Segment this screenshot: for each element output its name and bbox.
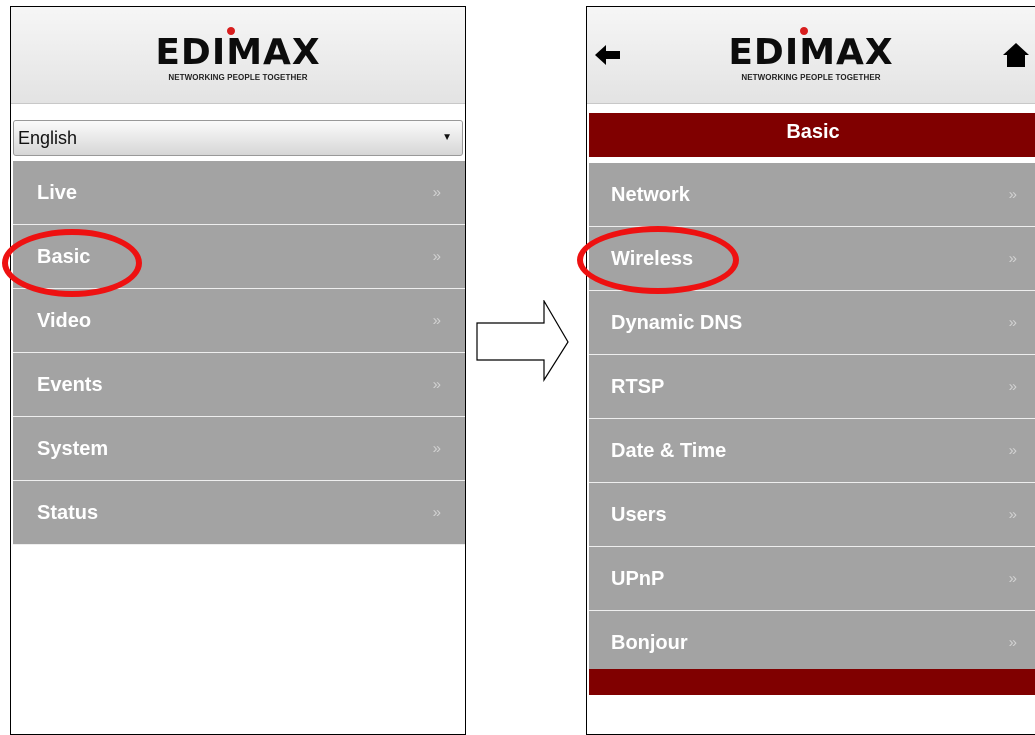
menu-item-live[interactable]: Live » bbox=[13, 161, 465, 225]
chevron-right-icon: » bbox=[432, 440, 441, 457]
menu-item-label: UPnP bbox=[611, 568, 665, 590]
menu-item-date-time[interactable]: Date & Time » bbox=[589, 419, 1035, 483]
edimax-logo: EDIMAX NETWORKING PEOPLE TOGETHER bbox=[716, 27, 906, 85]
menu-item-label: Bonjour bbox=[611, 632, 688, 654]
chevron-right-icon: » bbox=[1008, 314, 1017, 331]
chevron-right-icon: » bbox=[1008, 186, 1017, 203]
header: EDIMAX NETWORKING PEOPLE TOGETHER bbox=[11, 7, 465, 104]
menu-item-label: Live bbox=[37, 182, 78, 204]
right-screen: EDIMAX NETWORKING PEOPLE TOGETHER Basic … bbox=[586, 6, 1035, 735]
header: EDIMAX NETWORKING PEOPLE TOGETHER bbox=[587, 7, 1035, 104]
home-icon[interactable] bbox=[1003, 43, 1029, 67]
chevron-right-icon: » bbox=[432, 248, 441, 265]
menu-item-dynamic-dns[interactable]: Dynamic DNS » bbox=[589, 291, 1035, 355]
menu-item-users[interactable]: Users » bbox=[589, 483, 1035, 547]
chevron-right-icon: » bbox=[1008, 506, 1017, 523]
menu-item-label: RTSP bbox=[611, 376, 665, 398]
left-screen: EDIMAX NETWORKING PEOPLE TOGETHER Englis… bbox=[10, 6, 466, 735]
menu-item-label: Dynamic DNS bbox=[611, 312, 743, 334]
menu-item-label: Network bbox=[611, 184, 690, 206]
menu-item-events[interactable]: Events » bbox=[13, 353, 465, 417]
chevron-right-icon: » bbox=[1008, 570, 1017, 587]
menu-item-bonjour[interactable]: Bonjour » bbox=[589, 611, 1035, 675]
chevron-right-icon: » bbox=[1008, 442, 1017, 459]
menu-item-label: Events bbox=[37, 374, 103, 396]
menu-item-label: Video bbox=[37, 310, 92, 332]
menu-item-label: Wireless bbox=[611, 248, 694, 270]
transition-arrow-icon bbox=[476, 300, 569, 383]
menu-item-label: Status bbox=[37, 502, 99, 524]
logo-wordmark: EDIMAX bbox=[728, 32, 894, 73]
chevron-right-icon: » bbox=[432, 184, 441, 201]
menu-item-status[interactable]: Status » bbox=[13, 481, 465, 545]
chevron-right-icon: » bbox=[432, 504, 441, 521]
menu-item-upnp[interactable]: UPnP » bbox=[589, 547, 1035, 611]
basic-submenu: Network » Wireless » Dynamic DNS » RTSP … bbox=[589, 163, 1035, 675]
logo-tagline: NETWORKING PEOPLE TOGETHER bbox=[741, 73, 881, 82]
language-select-value: English bbox=[18, 128, 78, 148]
section-title: Basic bbox=[786, 121, 840, 143]
menu-item-wireless[interactable]: Wireless » bbox=[589, 227, 1035, 291]
menu-item-label: System bbox=[37, 438, 109, 460]
logo-wordmark: EDIMAX bbox=[155, 32, 321, 73]
menu-item-label: Users bbox=[611, 504, 667, 526]
chevron-right-icon: » bbox=[432, 376, 441, 393]
chevron-right-icon: » bbox=[1008, 250, 1017, 267]
main-menu: Live » Basic » Video » Events » System »… bbox=[13, 161, 465, 545]
dropdown-arrow-icon: ▼ bbox=[442, 132, 452, 143]
menu-item-label: Date & Time bbox=[611, 440, 727, 462]
edimax-logo: EDIMAX NETWORKING PEOPLE TOGETHER bbox=[143, 27, 333, 85]
chevron-right-icon: » bbox=[1008, 378, 1017, 395]
logo-tagline: NETWORKING PEOPLE TOGETHER bbox=[168, 73, 308, 82]
language-select[interactable]: English ▼ bbox=[13, 120, 463, 156]
back-arrow-icon[interactable] bbox=[595, 45, 621, 65]
section-header: Basic bbox=[589, 113, 1035, 157]
menu-item-basic[interactable]: Basic » bbox=[13, 225, 465, 289]
footer-bar bbox=[589, 669, 1035, 695]
menu-item-system[interactable]: System » bbox=[13, 417, 465, 481]
menu-item-video[interactable]: Video » bbox=[13, 289, 465, 353]
chevron-right-icon: » bbox=[432, 312, 441, 329]
menu-item-network[interactable]: Network » bbox=[589, 163, 1035, 227]
chevron-right-icon: » bbox=[1008, 634, 1017, 651]
menu-item-label: Basic bbox=[37, 246, 91, 268]
menu-item-rtsp[interactable]: RTSP » bbox=[589, 355, 1035, 419]
